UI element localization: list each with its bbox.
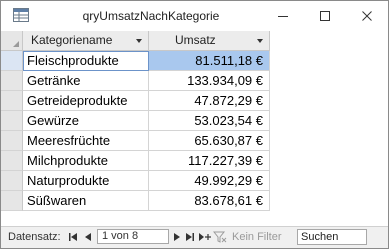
table-row: Süßwaren 83.678,61 € [23,191,270,211]
table-row: Fleischprodukte 81.511,18 € [23,51,270,71]
kategoriename-cell[interactable]: Getreideprodukte [23,91,149,111]
table-row: Meeresfrüchte 65.630,87 € [23,131,270,151]
previous-record-icon [85,233,91,241]
record-selector[interactable] [1,191,23,211]
maximize-button[interactable] [304,1,346,31]
sort-dropdown-icon[interactable] [257,39,263,43]
datasheet: Kategoriename Umsatz Fleischprodukte 81.… [1,31,388,220]
column-header-label: Kategoriename [31,33,113,47]
table-row: Milchprodukte 117.227,39 € [23,151,270,171]
kategoriename-cell[interactable]: Fleischprodukte [23,51,149,71]
umsatz-cell[interactable]: 81.511,18 € [149,51,270,71]
sort-dropdown-icon[interactable] [136,39,142,43]
table-row: Getränke 133.934,09 € [23,71,270,91]
record-selector[interactable] [1,151,23,171]
kategoriename-cell[interactable]: Naturprodukte [23,171,149,191]
umsatz-cell[interactable]: 47.872,29 € [149,91,270,111]
record-selector[interactable] [1,91,23,111]
last-record-button[interactable] [184,230,196,244]
kategoriename-cell[interactable]: Süßwaren [23,191,149,211]
search-input[interactable]: Suchen [297,229,367,245]
column-header-label: Umsatz [175,33,216,47]
record-selector[interactable] [1,171,23,191]
select-all-button[interactable] [1,31,23,51]
window-title: qryUmsatzNachKategorie [82,9,220,23]
umsatz-cell[interactable]: 133.934,09 € [149,71,270,91]
table-row: Getreideprodukte 47.872,29 € [23,91,270,111]
record-selector[interactable] [1,51,23,71]
first-record-button[interactable] [67,230,79,244]
query-window: qryUmsatzNachKategorie Kategoriename Ums… [0,0,389,249]
record-selector[interactable] [1,131,23,151]
table-row: Gewürze 53.023,54 € [23,111,270,131]
new-record-button[interactable] [197,230,211,244]
next-record-icon [174,233,180,241]
kategoriename-cell[interactable]: Milchprodukte [23,151,149,171]
next-record-button[interactable] [171,230,183,244]
kategoriename-cell[interactable]: Getränke [23,71,149,91]
close-button[interactable] [346,1,388,31]
new-record-icon [198,233,211,241]
umsatz-cell[interactable]: 65.630,87 € [149,131,270,151]
filter-toggle[interactable]: Kein Filter [213,229,293,245]
record-selector[interactable] [1,111,23,131]
close-icon [362,11,372,21]
filter-icon [213,231,227,243]
minimize-button[interactable] [262,1,304,31]
table-row: Naturprodukte 49.992,29 € [23,171,270,191]
umsatz-cell[interactable]: 49.992,29 € [149,171,270,191]
maximize-icon [320,11,330,21]
title-bar[interactable]: qryUmsatzNachKategorie [1,1,388,31]
current-record-field[interactable]: 1 von 8 [97,229,169,244]
kategoriename-cell[interactable]: Gewürze [23,111,149,131]
filter-label: Kein Filter [232,231,282,243]
last-record-icon [186,233,194,241]
umsatz-cell[interactable]: 53.023,54 € [149,111,270,131]
record-selector[interactable] [1,71,23,91]
record-label: Datensatz: [8,231,61,243]
previous-record-button[interactable] [82,230,94,244]
column-header-umsatz[interactable]: Umsatz [149,31,270,51]
umsatz-cell[interactable]: 117.227,39 € [149,151,270,171]
minimize-icon [278,16,288,17]
record-navigation-bar: Datensatz: 1 von 8 Kein Filter Suchen [1,226,388,248]
umsatz-cell[interactable]: 83.678,61 € [149,191,270,211]
column-header-kategoriename[interactable]: Kategoriename [23,31,149,51]
first-record-icon [69,233,77,241]
kategoriename-cell[interactable]: Meeresfrüchte [23,131,149,151]
